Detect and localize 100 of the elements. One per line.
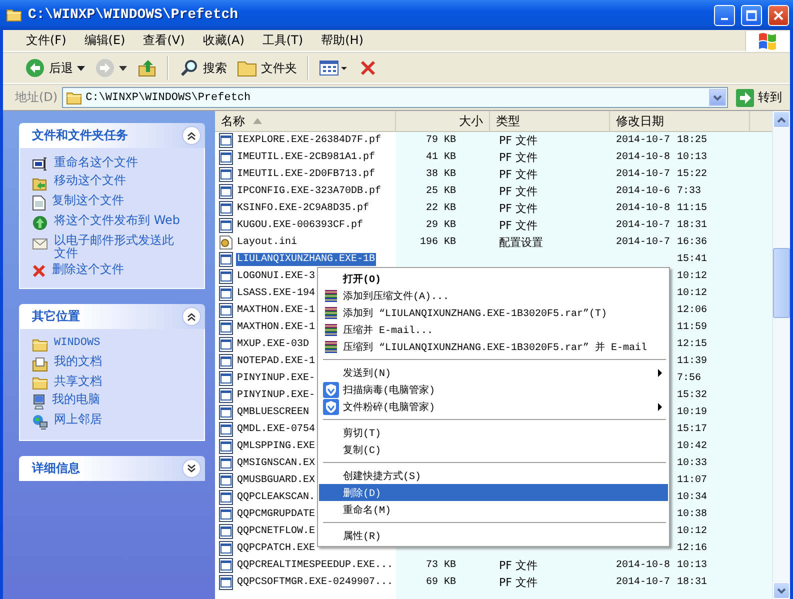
file-name[interactable]: QQPCMGRUPDATE: [236, 508, 316, 521]
file-type: PF 文件: [499, 219, 538, 232]
file-window-icon: [219, 422, 233, 437]
context-menu-item[interactable]: 属性(R): [319, 527, 668, 544]
file-name[interactable]: QQPCLEAKSCAN.: [236, 491, 316, 504]
expand-button[interactable]: [182, 459, 201, 478]
task-link[interactable]: 复制这个文件: [52, 194, 182, 207]
scrollbar[interactable]: [772, 111, 790, 599]
maximize-button[interactable]: [741, 4, 762, 26]
delete-icon: [32, 264, 46, 278]
file-name[interactable]: QMDL.EXE-0754: [236, 423, 316, 436]
task-link[interactable]: 网上邻居: [54, 413, 184, 426]
file-name[interactable]: QQPCSOFTMGR.EXE-0249907...: [236, 576, 394, 589]
archive-icon: [323, 288, 339, 304]
file-name[interactable]: LOGONUI.EXE-3: [236, 270, 316, 283]
go-button[interactable]: 转到: [732, 88, 786, 106]
file-name[interactable]: PINYINUP.EXE-: [236, 389, 316, 402]
file-name[interactable]: QMSIGNSCAN.EX: [236, 457, 316, 470]
task-link[interactable]: WINDOWS: [54, 337, 184, 349]
context-menu-item[interactable]: 压缩到 “LIULANQIXUNZHANG.EXE-1B3020F5.rar” 并 E-mail: [319, 338, 668, 355]
column-header[interactable]: 类型: [490, 111, 610, 131]
collapse-button[interactable]: [182, 126, 201, 145]
file-size: 41 KB: [426, 152, 456, 163]
file-name[interactable]: Layout.ini: [236, 236, 298, 249]
file-window-icon: [219, 405, 233, 420]
file-window-icon: [219, 541, 233, 556]
task-link[interactable]: 删除这个文件: [52, 263, 182, 276]
context-menu-item[interactable]: 压缩并 E-mail...: [319, 321, 668, 338]
context-menu-item[interactable]: 复制(C): [319, 441, 668, 458]
file-name[interactable]: NOTEPAD.EXE-1: [236, 355, 316, 368]
task-link[interactable]: 将这个文件发布到 Web: [54, 214, 184, 227]
context-menu-item[interactable]: 删除(D): [319, 484, 668, 501]
file-name[interactable]: MXUP.EXE-03D: [236, 338, 310, 351]
dropdown-button[interactable]: [709, 89, 726, 106]
menu-item[interactable]: 工具(T): [253, 32, 312, 49]
file-window-icon: [219, 184, 233, 199]
folder-icon: [6, 8, 22, 22]
file-name[interactable]: QMBLUESCREEN: [236, 406, 310, 419]
file-name[interactable]: QQPCREALTIMESPEEDUP.EXE...: [236, 559, 394, 572]
file-window-icon: [219, 133, 233, 148]
menu-item[interactable]: 收藏(A): [194, 32, 254, 49]
scroll-thumb[interactable]: [773, 248, 790, 318]
context-menu-item[interactable]: 添加到压缩文件(A)...: [319, 287, 668, 304]
context-menu-item[interactable]: 打开(O): [319, 270, 668, 287]
file-name[interactable]: LIULANQIXUNZHANG.EXE-1B: [236, 253, 376, 266]
file-name[interactable]: QQPCPATCH.EXE: [236, 542, 316, 555]
back-button[interactable]: 后退: [21, 56, 89, 80]
file-name[interactable]: MAXTHON.EXE-1: [236, 304, 316, 317]
task-link[interactable]: 移动这个文件: [54, 174, 184, 187]
file-window-icon: [219, 286, 233, 301]
file-name[interactable]: LSASS.EXE-194: [236, 287, 316, 300]
collapse-button[interactable]: [182, 307, 201, 326]
modified-time: 15:41: [677, 254, 708, 265]
context-menu-item[interactable]: 重命名(M): [319, 501, 668, 518]
task-link[interactable]: 我的文档: [54, 355, 184, 368]
file-name[interactable]: KUGOU.EXE-006393CF.pf: [236, 219, 364, 232]
file-name[interactable]: QQPCNETFLOW.E: [236, 525, 316, 538]
minimize-button[interactable]: [714, 4, 735, 26]
context-menu-item[interactable]: 文件粉碎(电脑管家): [319, 398, 668, 415]
file-window-icon: [219, 388, 233, 403]
folders-button[interactable]: 文件夹: [233, 57, 301, 79]
task-link[interactable]: 共享文档: [54, 375, 184, 388]
file-name[interactable]: IEXPLORE.EXE-26384D7F.pf: [236, 134, 382, 147]
menu-item[interactable]: 编辑(E): [75, 32, 134, 49]
file-name[interactable]: QMLSPPING.EXE: [236, 440, 316, 453]
modified-time: 10:42: [677, 441, 708, 452]
submenu-arrow-icon: [658, 402, 662, 410]
modified-time: 11:39: [677, 356, 708, 367]
modified-time: 7:56: [677, 373, 702, 384]
column-header[interactable]: 名称: [215, 111, 396, 131]
context-menu-item[interactable]: 创建快捷方式(S): [319, 467, 668, 484]
file-window-icon: [219, 371, 233, 386]
task-link[interactable]: 重命名这个文件: [54, 156, 184, 169]
file-name[interactable]: PINYINUP.EXE-: [236, 372, 316, 385]
context-menu-item[interactable]: 添加到 “LIULANQIXUNZHANG.EXE-1B3020F5.rar”(T): [319, 304, 668, 321]
window-title: C:\WINXP\WINDOWS\Prefetch: [28, 7, 240, 23]
column-header[interactable]: 修改日期: [610, 111, 750, 131]
context-menu-item[interactable]: 扫描病毒(电脑管家): [319, 381, 668, 398]
scroll-down-button[interactable]: [773, 582, 790, 599]
rename-icon: [32, 157, 48, 171]
file-name[interactable]: MAXTHON.EXE-1: [236, 321, 316, 334]
context-menu-item[interactable]: 发送到(N): [319, 364, 668, 381]
close-button[interactable]: [768, 4, 789, 26]
menu-item[interactable]: 文件(F): [17, 32, 76, 49]
search-button[interactable]: 搜索: [175, 56, 231, 80]
file-size: 196 KB: [420, 237, 456, 248]
task-link[interactable]: 以电子邮件形式发送此文件: [54, 234, 184, 260]
column-header[interactable]: 大小: [396, 111, 490, 131]
context-menu-item[interactable]: 剪切(T): [319, 424, 668, 441]
file-name[interactable]: IMEUTIL.EXE-2CB981A1.pf: [236, 151, 376, 164]
menu-item[interactable]: 帮助(H): [312, 32, 372, 49]
file-name[interactable]: QMUSBGUARD.EX: [236, 474, 316, 487]
task-link[interactable]: 我的电脑: [52, 393, 182, 406]
file-name[interactable]: KSINFO.EXE-2C9A8D35.pf: [236, 202, 370, 215]
scroll-up-button[interactable]: [773, 111, 790, 128]
address-field[interactable]: C:\WINXP\WINDOWS\Prefetch: [62, 87, 728, 108]
menu-item[interactable]: 查看(V): [134, 32, 194, 49]
file-size: 69 KB: [426, 577, 456, 588]
file-name[interactable]: IPCONFIG.EXE-323A70DB.pf: [236, 185, 382, 198]
file-name[interactable]: IMEUTIL.EXE-2D0FB713.pf: [236, 168, 376, 181]
